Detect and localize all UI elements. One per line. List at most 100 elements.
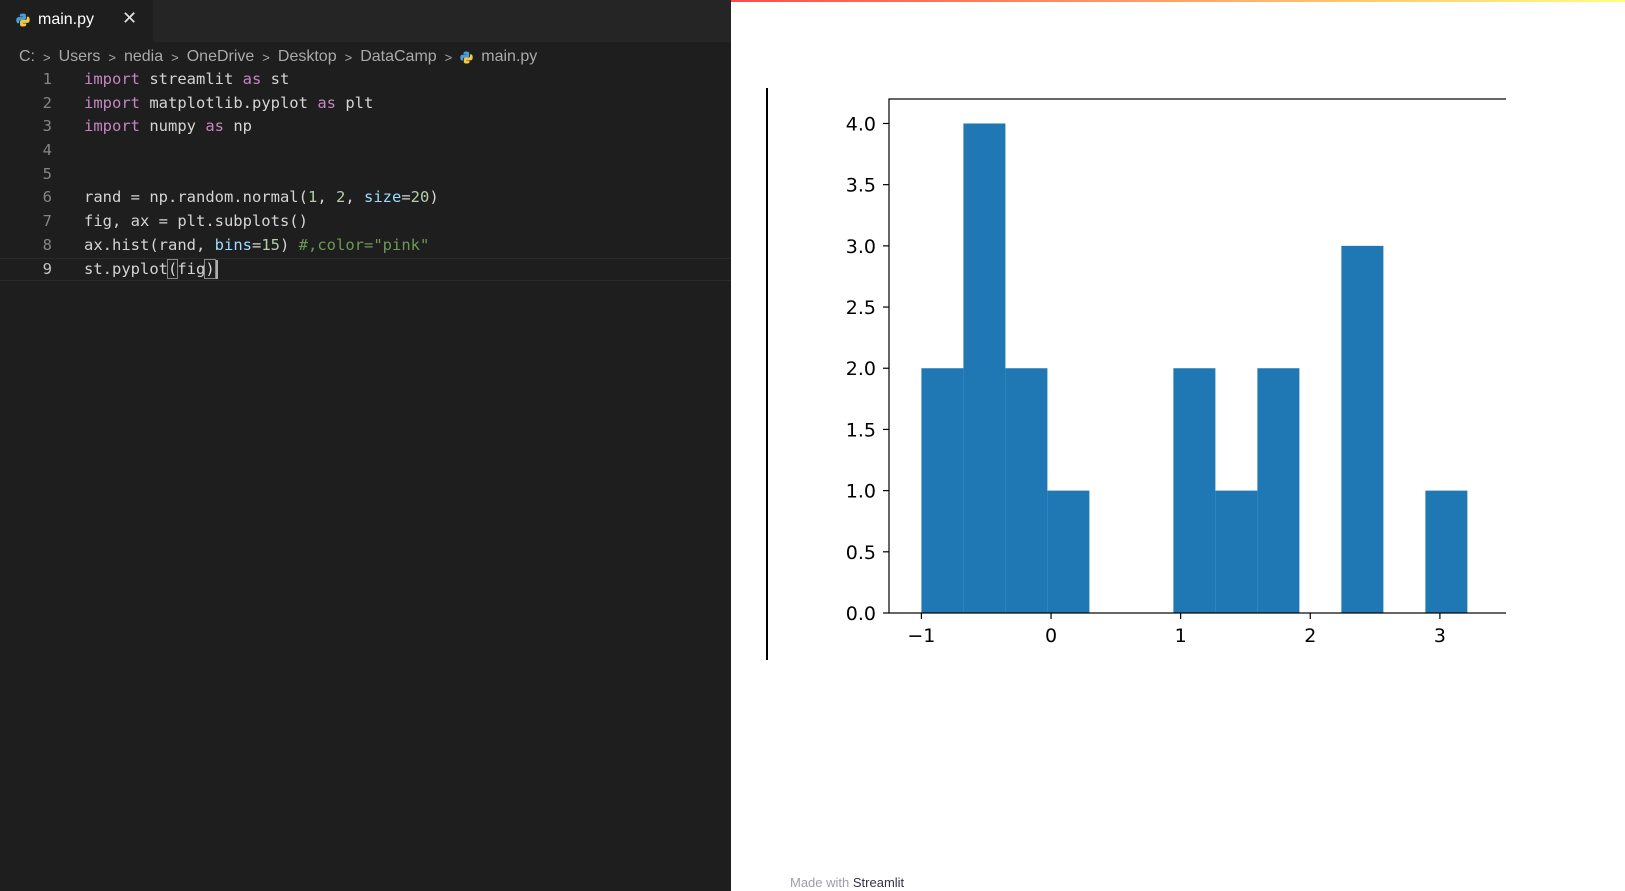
breadcrumb-item[interactable]: nedia <box>124 48 163 66</box>
breadcrumb-item[interactable]: OneDrive <box>187 48 255 66</box>
code-line[interactable]: 7 fig, ax = plt.subplots() <box>0 210 731 234</box>
code-token: st <box>261 70 290 88</box>
histogram-bar <box>963 123 1006 613</box>
breadcrumb-item[interactable]: DataCamp <box>360 48 436 66</box>
code-token: ) <box>429 188 439 207</box>
code-token: plt <box>335 93 374 112</box>
code-token: size <box>364 188 402 207</box>
breadcrumb: C: > Users > nedia > OneDrive > Desktop > DataCamp… <box>19 46 537 68</box>
breadcrumb-item[interactable]: main.py <box>481 48 537 66</box>
code-token: = <box>251 235 262 254</box>
code-line[interactable]: 9 st.pyplot(fig) <box>0 258 731 282</box>
line-number: 3 <box>42 117 52 136</box>
code-token: fig, ax = plt.subplots() <box>84 212 308 231</box>
code-token: import <box>84 117 140 136</box>
histogram-bar <box>1173 368 1216 613</box>
footer-prefix: Made with <box>790 875 853 890</box>
code-token: ) <box>280 235 299 254</box>
close-tab-icon[interactable]: ✕ <box>122 8 137 29</box>
x-tick-label: −1 <box>907 625 935 647</box>
code-token: np <box>224 117 252 136</box>
python-file-icon <box>16 13 30 27</box>
y-tick-label: 4.0 <box>846 113 876 135</box>
code-token: matplotlib.pyplot <box>140 93 318 112</box>
code-token: , <box>345 188 364 207</box>
code-token: import <box>84 70 140 88</box>
code-token: , <box>317 188 336 207</box>
code-line[interactable]: 6 rand = np.random.normal(1, 2, size=20) <box>0 186 731 210</box>
streamlit-app: 0.00.51.01.52.02.53.03.54.0−101234 Made … <box>731 0 1625 891</box>
x-tick-label: 2 <box>1304 625 1316 647</box>
code-token: streamlit <box>140 70 243 88</box>
y-tick-label: 3.5 <box>846 175 876 197</box>
footer: Made with Streamlit <box>790 875 904 890</box>
histogram-bar <box>1047 490 1090 613</box>
breadcrumb-item[interactable]: Desktop <box>278 48 337 66</box>
code-token: bins <box>214 235 252 254</box>
code-text[interactable]: import streamlit as st <box>84 68 289 92</box>
code-token: st.pyplot <box>84 259 168 278</box>
y-tick-label: 1.5 <box>846 419 876 441</box>
x-tick-label: 1 <box>1175 625 1187 647</box>
histogram-bar <box>1215 490 1258 613</box>
code-token: ax.hist(rand, <box>84 235 215 254</box>
histogram-bar <box>1425 490 1468 613</box>
code-token: 15 <box>261 235 280 254</box>
code-line[interactable]: 8 ax.hist(rand, bins=15) #,color="pink" <box>0 234 731 258</box>
line-number: 9 <box>42 259 52 278</box>
code-text[interactable]: rand = np.random.normal(1, 2, size=20) <box>84 186 439 210</box>
histogram-bar <box>1257 368 1300 613</box>
code-line[interactable]: 3 import numpy as np <box>0 115 731 139</box>
code-token: as <box>205 117 224 136</box>
line-number: 1 <box>42 70 52 88</box>
code-text[interactable]: st.pyplot(fig) <box>84 258 218 282</box>
breadcrumb-separator-icon: > <box>171 49 179 65</box>
code-line[interactable]: 4 <box>0 139 731 163</box>
editor-tab-main-py[interactable]: main.py ✕ <box>0 0 153 42</box>
code-line[interactable]: 1 import streamlit as st <box>0 68 731 92</box>
code-text[interactable]: import numpy as np <box>84 115 252 139</box>
breadcrumb-separator-icon: > <box>344 49 353 65</box>
line-number: 4 <box>42 141 52 160</box>
histogram-figure: 0.00.51.01.52.02.53.03.54.0−101234 <box>766 88 1506 660</box>
code-editor[interactable]: main.py ✕ C: > Users > nedia > OneDrive > Deskto… <box>0 0 731 891</box>
editor-tab-bar: main.py ✕ <box>0 0 731 42</box>
line-number: 6 <box>42 188 52 207</box>
code-text[interactable]: fig, ax = plt.subplots() <box>84 210 308 234</box>
histogram-bar <box>921 368 964 613</box>
breadcrumb-separator-icon: > <box>444 49 453 65</box>
code-token: import <box>84 93 140 112</box>
x-tick-label: 3 <box>1434 625 1446 647</box>
code-line[interactable]: 5 <box>0 163 731 187</box>
streamlit-link[interactable]: Streamlit <box>853 875 904 890</box>
line-number: 2 <box>42 93 52 112</box>
code-token: = <box>401 188 411 207</box>
y-tick-label: 1.0 <box>846 481 876 503</box>
breadcrumb-separator-icon: > <box>43 49 51 65</box>
y-tick-label: 0.0 <box>846 603 876 625</box>
histogram-bar <box>1005 368 1048 613</box>
code-token: rand = np.random.normal( <box>84 188 308 207</box>
breadcrumb-separator-icon: > <box>262 49 270 65</box>
code-token: ( <box>166 258 179 279</box>
histogram-bar <box>1341 245 1384 613</box>
y-tick-label: 0.5 <box>846 542 876 564</box>
code-token: fig <box>177 259 206 278</box>
code-token: as <box>317 93 336 112</box>
code-area[interactable]: 1 import streamlit as st 2 import matplotli… <box>0 68 731 281</box>
text-cursor <box>215 259 218 279</box>
breadcrumb-item[interactable]: C: <box>19 48 35 66</box>
y-tick-label: 2.5 <box>846 297 876 319</box>
code-text[interactable]: ax.hist(rand, bins=15) #,color="pink" <box>84 234 429 258</box>
code-line[interactable]: 2 import matplotlib.pyplot as plt <box>0 92 731 116</box>
breadcrumb-separator-icon: > <box>108 49 116 65</box>
code-token: #,color="pink" <box>298 235 430 254</box>
code-text[interactable]: import matplotlib.pyplot as plt <box>84 92 373 116</box>
code-token: as <box>242 70 262 88</box>
python-file-icon <box>460 50 473 64</box>
breadcrumb-item[interactable]: Users <box>59 48 101 66</box>
code-token: 2 <box>335 188 346 207</box>
code-token: numpy <box>140 117 206 136</box>
tab-label: main.py <box>38 11 95 28</box>
code-token: ) <box>204 258 216 279</box>
